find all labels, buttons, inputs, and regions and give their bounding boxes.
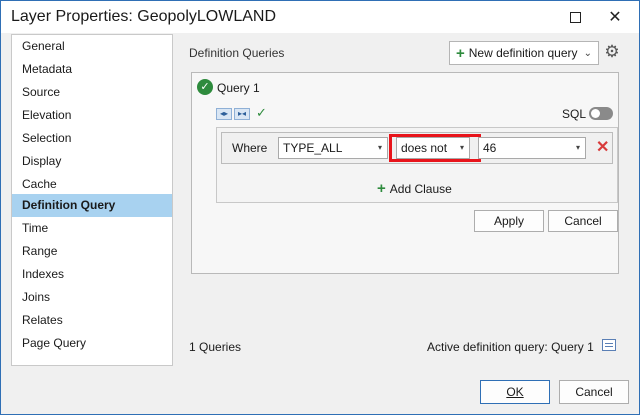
- chevron-down-icon: ▾: [377, 143, 382, 152]
- plus-icon: +: [377, 180, 386, 197]
- active-query-status: Active definition query: Query 1: [427, 340, 594, 354]
- sidebar-item-metadata[interactable]: Metadata: [12, 58, 172, 81]
- query-cancel-button[interactable]: Cancel: [548, 210, 618, 232]
- section-title: Definition Queries: [189, 46, 285, 60]
- sidebar-item-definition-query[interactable]: Definition Query: [12, 194, 172, 217]
- new-definition-query-button[interactable]: + New definition query ⌄: [449, 41, 599, 65]
- highlight-box: [389, 134, 481, 162]
- sidebar-item-general[interactable]: General: [12, 35, 172, 58]
- sidebar-item-joins[interactable]: Joins: [12, 286, 172, 309]
- sidebar-item-display[interactable]: Display: [12, 150, 172, 173]
- where-label: Where: [232, 141, 268, 155]
- sidebar-item-relates[interactable]: Relates: [12, 309, 172, 332]
- sidebar-item-elevation[interactable]: Elevation: [12, 104, 172, 127]
- field-select[interactable]: TYPE_ALL ▾: [278, 137, 388, 159]
- indent-left-icon[interactable]: ◂▸: [216, 108, 232, 120]
- field-value: TYPE_ALL: [283, 141, 343, 155]
- ok-button[interactable]: OK: [480, 380, 550, 404]
- sidebar-item-selection[interactable]: Selection: [12, 127, 172, 150]
- query-name[interactable]: Query 1: [217, 81, 260, 95]
- indent-right-icon[interactable]: ▸◂: [234, 108, 250, 120]
- plus-icon: +: [456, 44, 465, 62]
- window-title: Layer Properties: GeopolyLOWLAND: [11, 8, 276, 25]
- clause-area: Where TYPE_ALL ▾ does not ▾ 46 ▾ ✕ + Add…: [216, 127, 618, 203]
- sql-label: SQL: [562, 107, 587, 121]
- sidebar-item-cache[interactable]: Cache: [12, 173, 172, 196]
- title-bar: Layer Properties: GeopolyLOWLAND ✕: [1, 1, 639, 33]
- chevron-down-icon[interactable]: ⌄: [584, 48, 592, 59]
- maximize-icon[interactable]: [555, 1, 595, 33]
- value-select[interactable]: 46 ▾: [478, 137, 586, 159]
- sidebar-item-indexes[interactable]: Indexes: [12, 263, 172, 286]
- cancel-button[interactable]: Cancel: [559, 380, 629, 404]
- query-list-icon[interactable]: [602, 339, 616, 351]
- close-icon[interactable]: ✕: [595, 1, 635, 33]
- sidebar-item-range[interactable]: Range: [12, 240, 172, 263]
- add-clause-button[interactable]: + Add Clause: [377, 180, 452, 197]
- layer-properties-window: Layer Properties: GeopolyLOWLAND ✕ Gener…: [0, 0, 640, 415]
- query-count: 1 Queries: [189, 340, 242, 354]
- definition-query-panel: Definition Queries + New definition quer…: [181, 34, 629, 364]
- delete-clause-icon[interactable]: ✕: [596, 137, 609, 157]
- sidebar-item-time[interactable]: Time: [12, 217, 172, 240]
- new-definition-query-label: New definition query: [468, 46, 578, 60]
- chevron-down-icon: ▾: [575, 143, 580, 152]
- sql-toggle[interactable]: [589, 107, 613, 120]
- verify-check-icon[interactable]: ✓: [256, 105, 267, 121]
- sidebar-item-source[interactable]: Source: [12, 81, 172, 104]
- clause-row: Where TYPE_ALL ▾ does not ▾ 46 ▾ ✕: [221, 132, 613, 164]
- check-circle-icon: ✓: [197, 79, 213, 95]
- ok-label: OK: [506, 385, 524, 399]
- apply-button[interactable]: Apply: [474, 210, 544, 232]
- gear-icon[interactable]: ⚙: [602, 42, 622, 62]
- sidebar-item-page-query[interactable]: Page Query: [12, 332, 172, 355]
- query-card: ✓ Query 1 ◂▸ ▸◂ ✓ SQL Where TYPE_ALL ▾ d…: [191, 72, 619, 274]
- value-text: 46: [483, 141, 497, 155]
- add-clause-label: Add Clause: [389, 181, 452, 196]
- sidebar: General Metadata Source Elevation Select…: [11, 34, 173, 366]
